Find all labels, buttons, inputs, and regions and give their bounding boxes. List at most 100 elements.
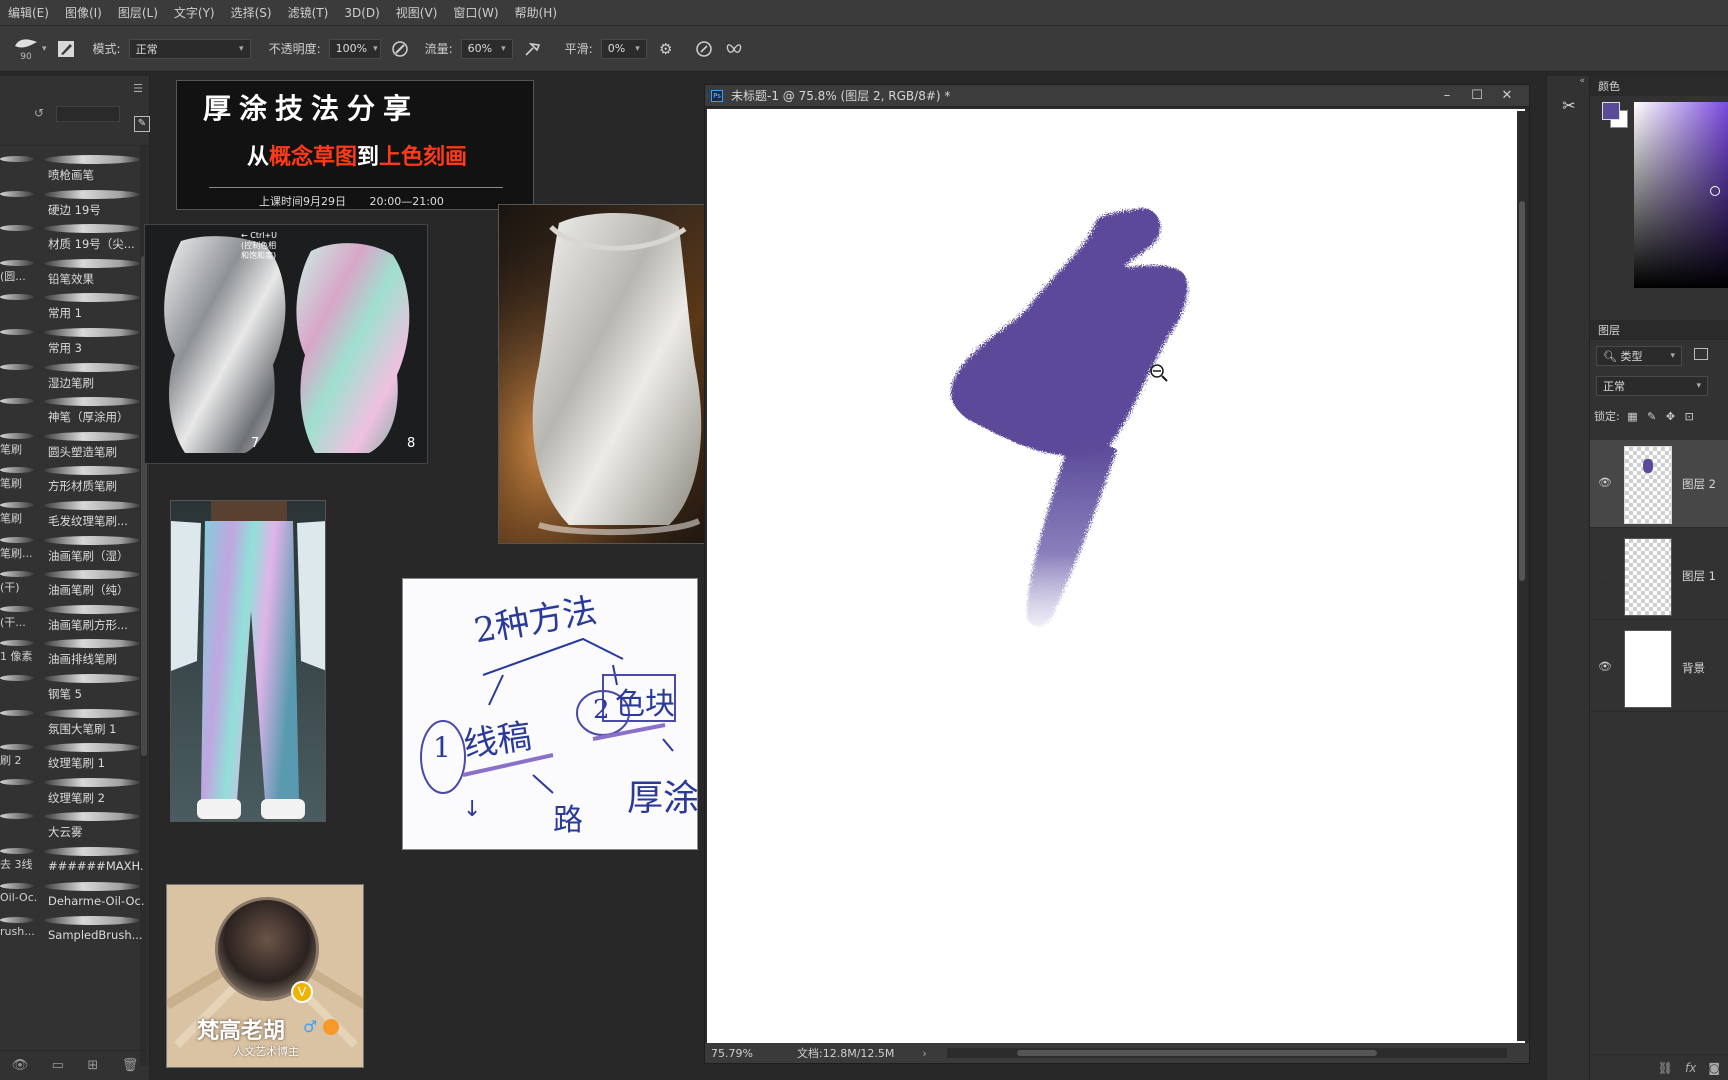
color-panel-tab[interactable]: 颜色: [1590, 76, 1728, 96]
gear-icon[interactable]: ⚙: [655, 38, 677, 60]
fx-icon[interactable]: fx: [1685, 1061, 1696, 1075]
opacity-field[interactable]: 100% ▾: [328, 38, 381, 59]
lock-paint-icon[interactable]: ✎: [1647, 410, 1656, 423]
layer-row-layer-1[interactable]: ▫ 图层 1: [1590, 532, 1728, 620]
lock-artboard-icon[interactable]: ⊡: [1685, 410, 1694, 423]
options-bar: 90 ▾ 模式: 正常 ▾ 不透明度: 100% ▾ 流量: 60% ▾ 平滑: 0%…: [0, 26, 1728, 72]
zoom-level[interactable]: 75.79%: [711, 1047, 771, 1060]
document-title-bar[interactable]: Ps 未标题-1 @ 75.8% (图层 2, RGB/8#) * – ☐ ✕: [705, 85, 1529, 107]
color-picker-cursor[interactable]: [1710, 186, 1720, 196]
note-bottom-right: 厚涂: [627, 778, 698, 819]
brush-name: 钢笔 5: [48, 687, 82, 701]
layer-filter-select[interactable]: 🔍︎ 类型 ▾: [1596, 346, 1682, 366]
close-button[interactable]: ✕: [1493, 86, 1521, 106]
lock-transparent-icon[interactable]: ▦: [1627, 410, 1637, 423]
image-filter-icon[interactable]: [1694, 348, 1708, 360]
brush-preset-item[interactable]: 大云雾: [0, 809, 150, 843]
blend-mode-select[interactable]: 正常 ▾: [1596, 376, 1708, 396]
brush-preset-item[interactable]: 纹理笔刷 2: [0, 775, 150, 809]
menu-view[interactable]: 视图(V): [388, 4, 446, 21]
brush-settings-toggle-icon[interactable]: [55, 38, 77, 60]
menu-select[interactable]: 选择(S): [223, 4, 280, 21]
layer-row-background[interactable]: 👁 背景: [1590, 624, 1728, 712]
brush-size-slider[interactable]: [56, 106, 120, 122]
brush-preset-item[interactable]: 1 像素 油画排线笔刷: [0, 636, 150, 670]
note-circle-1: 1: [433, 731, 451, 764]
layers-footer: ⛓ fx ◙: [1590, 1054, 1728, 1080]
smoothing-field[interactable]: 0% ▾: [600, 38, 647, 59]
eye-icon[interactable]: 👁: [1598, 660, 1612, 673]
new-brush-icon[interactable]: ✎: [134, 116, 150, 132]
flow-field[interactable]: 60% ▾: [460, 38, 513, 59]
symmetry-butterfly-icon[interactable]: [723, 38, 745, 60]
foreground-color-swatch[interactable]: [1602, 102, 1620, 120]
panel-menu-icon[interactable]: ☰: [133, 82, 143, 95]
brush-name: 油画笔刷方形...: [48, 617, 128, 632]
mask-icon[interactable]: ◙: [1708, 1061, 1720, 1075]
brush-preset-item[interactable]: 刷 2 纹理笔刷 1: [0, 740, 150, 774]
brush-preset-item[interactable]: 笔刷 圆头塑造笔刷: [0, 429, 150, 463]
collapse-icon[interactable]: «: [1547, 76, 1591, 90]
chevron-down-icon: ▾: [501, 43, 506, 54]
link-icon[interactable]: ⛓: [1658, 1061, 1673, 1075]
menu-3d[interactable]: 3D(D): [336, 6, 387, 20]
canvas-vertical-scrollbar[interactable]: [1517, 111, 1527, 1041]
brush-preset-item[interactable]: (圆... 铅笔效果: [0, 256, 150, 290]
brush-preset-item[interactable]: rush... SampledBrush...: [0, 913, 150, 947]
brush-preset-item[interactable]: 材质 19号（尖...: [0, 221, 150, 255]
menu-window[interactable]: 窗口(W): [445, 4, 506, 21]
maximize-button[interactable]: ☐: [1463, 86, 1491, 106]
brush-preset-item[interactable]: 湿边笔刷: [0, 360, 150, 394]
trash-icon[interactable]: 🗑: [122, 1058, 139, 1073]
eye-icon[interactable]: 👁: [1598, 476, 1612, 489]
brush-preset-item[interactable]: 笔刷 毛发纹理笔刷...: [0, 498, 150, 532]
brush-preset-item[interactable]: (干... 油画笔刷方形...: [0, 602, 150, 636]
brush-preset-item[interactable]: 笔刷 方形材质笔刷: [0, 463, 150, 497]
banner-time-range: 20:00—21:00: [369, 195, 444, 208]
menu-type[interactable]: 文字(Y): [166, 4, 223, 21]
brush-stroke-preview: [0, 190, 34, 197]
folder-icon[interactable]: ▭: [52, 1058, 64, 1073]
eye-toggle-icon[interactable]: 👁: [12, 1058, 29, 1073]
menu-edit[interactable]: 编辑(E): [0, 4, 57, 21]
brush-preset-item[interactable]: 喷枪画笔: [0, 152, 150, 186]
brush-preset-item[interactable]: Oil-Oc... Deharme-Oil-Oc...: [0, 879, 150, 913]
mode-select[interactable]: 正常 ▾: [128, 38, 251, 59]
brush-preset-item[interactable]: 钢笔 5: [0, 671, 150, 705]
minimize-button[interactable]: –: [1433, 86, 1461, 106]
brush-preset-item[interactable]: 硬边 19号: [0, 187, 150, 221]
lock-move-icon[interactable]: ✥: [1666, 410, 1675, 423]
silk-dress-illustration: [499, 205, 729, 543]
brush-preset-item[interactable]: 常用 1: [0, 290, 150, 324]
brush-preset-item[interactable]: 笔刷... 油画笔刷（湿）: [0, 533, 150, 567]
brush-panel: ☰ ↺ ✎ 👁 ▭ ⊞ 🗑 喷枪画笔 硬边 19号 材质 19号（尖... (圆...…: [0, 76, 150, 1080]
brush-stroke-preview: [44, 189, 140, 199]
brush-preset-item[interactable]: 氛围大笔刷 1: [0, 706, 150, 740]
brush-stroke-preview: [0, 156, 34, 162]
reset-icon[interactable]: ↺: [34, 106, 44, 120]
brush-preset-item[interactable]: 神笔（厚涂用）: [0, 394, 150, 428]
brush-left-label: 去 3线: [0, 858, 33, 871]
menu-layer[interactable]: 图层(L): [110, 4, 166, 21]
pressure-opacity-icon[interactable]: [389, 38, 411, 60]
pressure-size-icon[interactable]: [693, 38, 715, 60]
canvas-horizontal-scrollbar[interactable]: [947, 1048, 1507, 1058]
canvas[interactable]: [707, 109, 1525, 1045]
airbrush-icon[interactable]: [521, 38, 543, 60]
brush-preset-item[interactable]: 常用 3: [0, 325, 150, 359]
eye-hidden-icon[interactable]: ▫: [1598, 568, 1605, 581]
menu-image[interactable]: 图像(I): [57, 4, 110, 21]
brush-preset-item[interactable]: (干) 油画笔刷（纯）: [0, 567, 150, 601]
chevron-right-icon[interactable]: ›: [922, 1047, 926, 1060]
layer-row-layer-2[interactable]: 👁 图层 2: [1590, 440, 1728, 528]
course-banner: 厚涂技法分享 从概念草图到上色刻画 上课时间9月29日 20:00—21:00: [176, 80, 534, 210]
brush-name: 大云雾: [48, 825, 83, 840]
chevron-down-icon: ▾: [1696, 381, 1701, 391]
tools-icon[interactable]: ✂: [1558, 96, 1580, 118]
menu-help[interactable]: 帮助(H): [507, 4, 565, 21]
brush-preset-picker[interactable]: 90: [8, 31, 44, 67]
menu-filter[interactable]: 滤镜(T): [280, 4, 337, 21]
new-preset-icon[interactable]: ⊞: [87, 1058, 98, 1073]
layers-panel-tab[interactable]: 图层: [1590, 320, 1728, 340]
brush-preset-item[interactable]: 去 3线 ######MAXH...: [0, 844, 150, 878]
